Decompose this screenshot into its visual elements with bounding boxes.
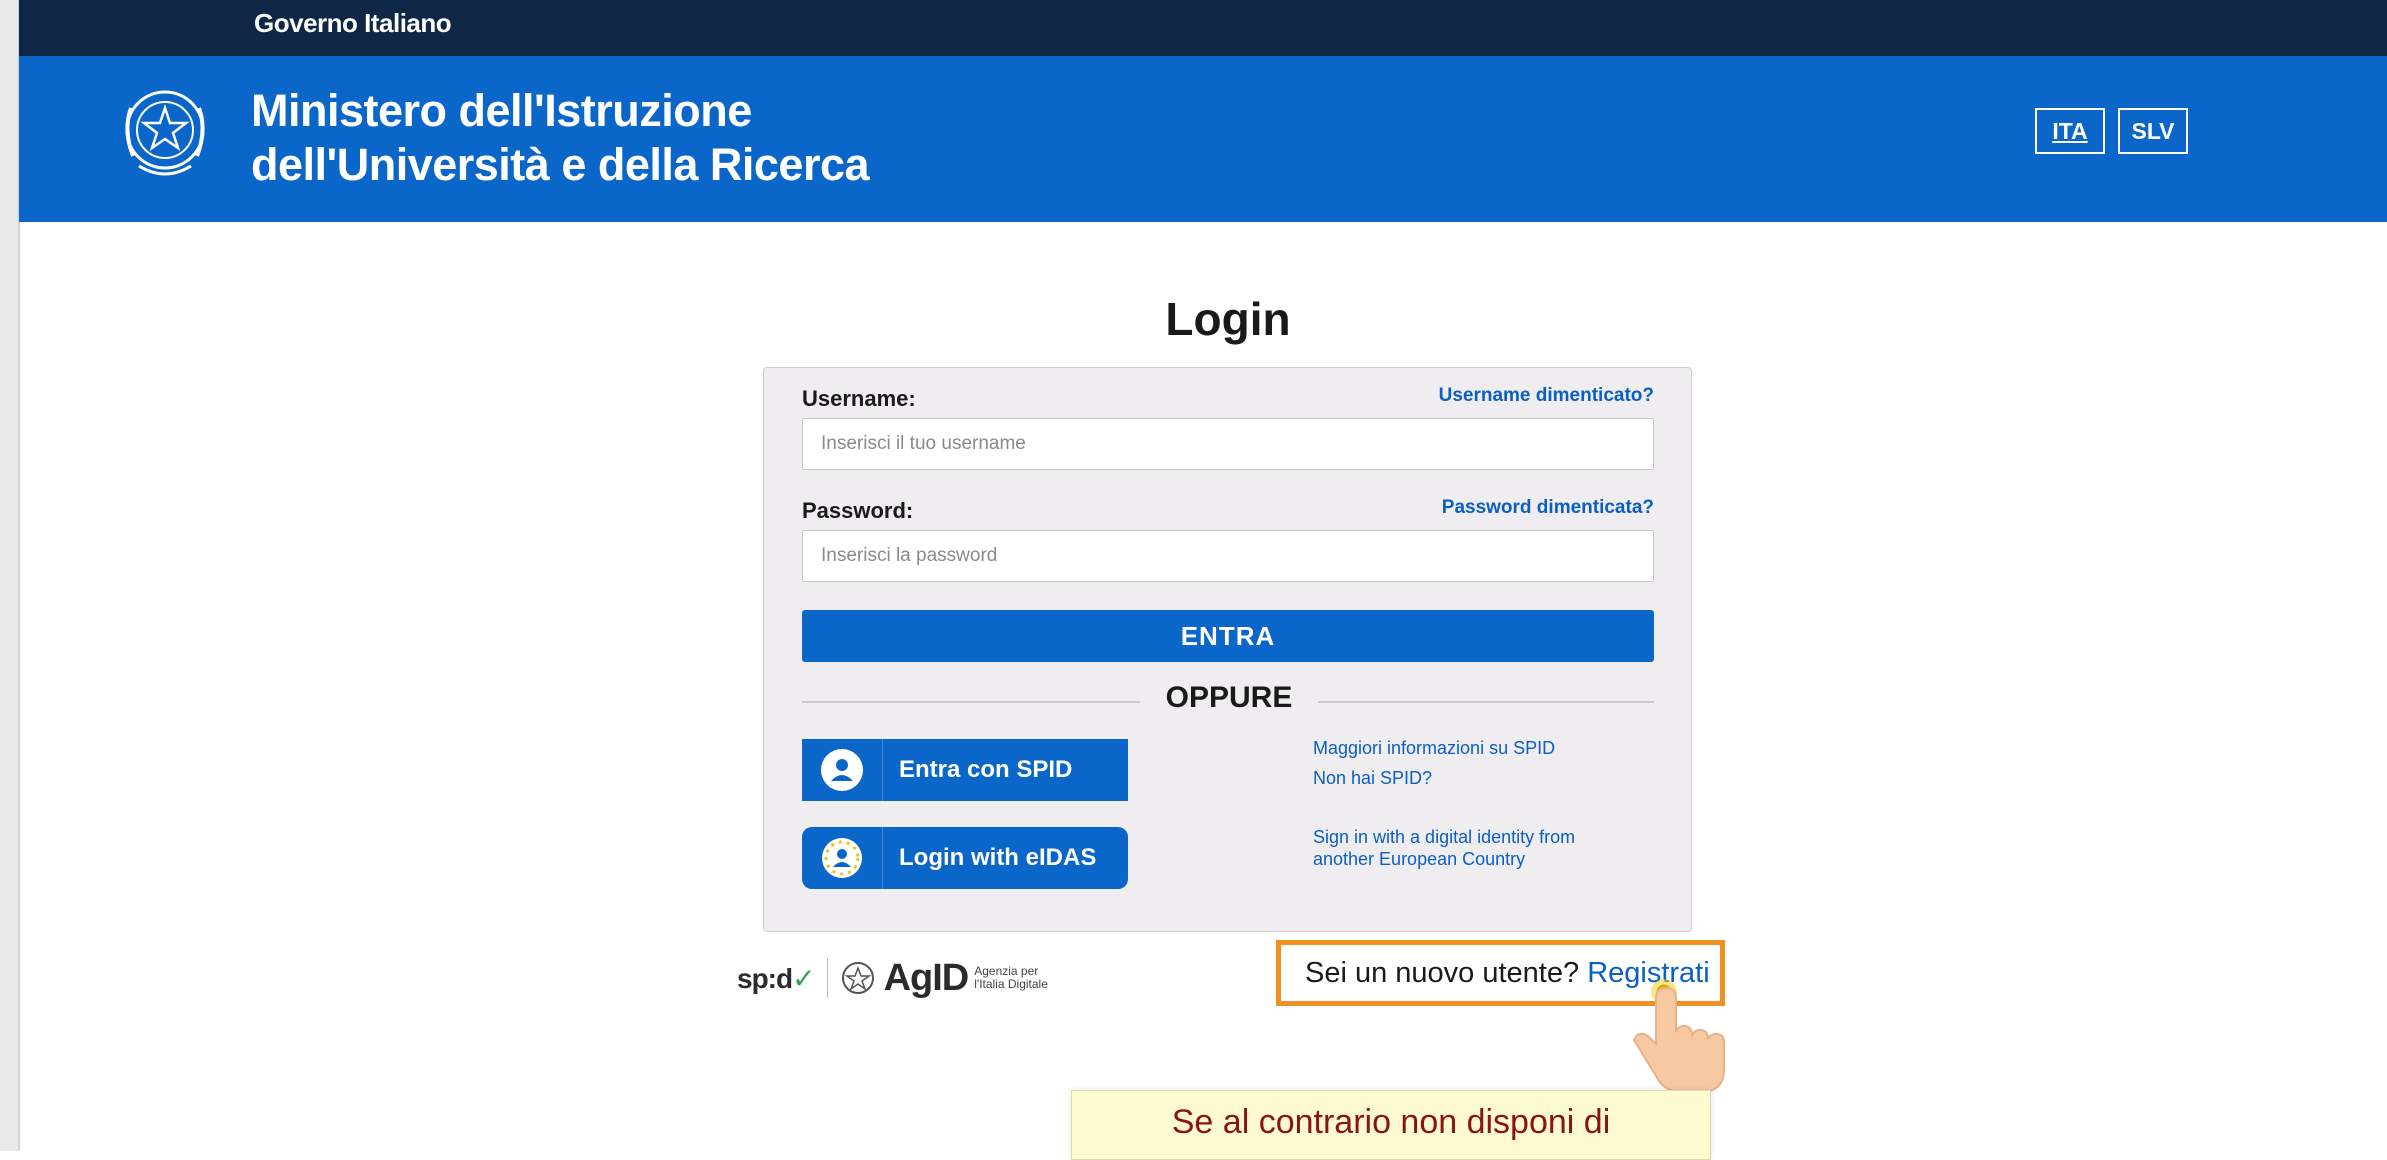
government-title: Governo Italiano	[254, 8, 452, 38]
language-ita-button[interactable]: ITA	[2035, 108, 2105, 154]
spid-info-link[interactable]: Maggiori informazioni su SPID	[1313, 737, 1555, 759]
forgot-username-link[interactable]: Username dimenticato?	[1439, 385, 1654, 407]
italian-emblem-icon	[125, 90, 205, 176]
spid-login-button[interactable]: Entra con SPID	[802, 739, 1128, 801]
instruction-tooltip: Se al contrario non disponi di	[1071, 1090, 1711, 1160]
government-topbar: Governo Italiano	[19, 0, 2387, 56]
ministry-title: Ministero dell'Istruzione dell'Universit…	[251, 84, 870, 192]
eu-user-icon	[802, 827, 883, 889]
agid-logo-text: AgID	[883, 956, 970, 999]
eidas-info-line1: Sign in with a digital identity from	[1313, 827, 1576, 847]
spid-logo: sp:d✓	[737, 962, 816, 994]
register-question: Sei un nuovo utente?	[1305, 957, 1580, 989]
tooltip-text: Se al contrario non disponi di	[1171, 1103, 1611, 1141]
site-header: Ministero dell'Istruzione dell'Universit…	[19, 56, 2387, 222]
page-title: Login	[1165, 293, 1291, 345]
eidas-login-button[interactable]: Login with eIDAS	[802, 827, 1128, 889]
forgot-password-link[interactable]: Password dimenticata?	[1442, 497, 1654, 519]
login-panel: Username: Username dimenticato? Password…	[763, 367, 1692, 932]
no-spid-link[interactable]: Non hai SPID?	[1313, 767, 1432, 789]
password-input[interactable]	[802, 530, 1654, 582]
logo-separator	[826, 958, 828, 998]
agid-emblem-icon	[841, 962, 874, 994]
window-frame-edge	[0, 0, 20, 1151]
eidas-button-label: Login with eIDAS	[899, 844, 1097, 871]
divider-line-left	[802, 701, 1140, 703]
footer-logos: sp:d✓ AgID Agenzia per l'Italia Digitale	[737, 956, 1048, 1000]
oppure-divider-label: OPPURE	[1165, 681, 1293, 714]
eidas-info-link[interactable]: Sign in with a digital identity from ano…	[1313, 826, 1575, 870]
password-label: Password:	[802, 498, 914, 523]
divider-line-right	[1318, 701, 1654, 703]
ministry-title-line2: dell'Università e della Ricerca	[251, 139, 870, 190]
language-slv-button[interactable]: SLV	[2118, 108, 2188, 154]
enter-button[interactable]: ENTRA	[802, 610, 1654, 662]
ministry-title-line1: Ministero dell'Istruzione	[251, 85, 752, 136]
spid-button-label: Entra con SPID	[899, 756, 1073, 783]
agid-logo-subtitle: Agenzia per l'Italia Digitale	[974, 964, 1048, 991]
username-label: Username:	[802, 386, 916, 411]
username-input[interactable]	[802, 418, 1654, 470]
eidas-info-line2: another European Country	[1313, 849, 1526, 869]
user-icon	[802, 739, 883, 801]
pointing-hand-cursor-icon	[1632, 979, 1725, 1093]
